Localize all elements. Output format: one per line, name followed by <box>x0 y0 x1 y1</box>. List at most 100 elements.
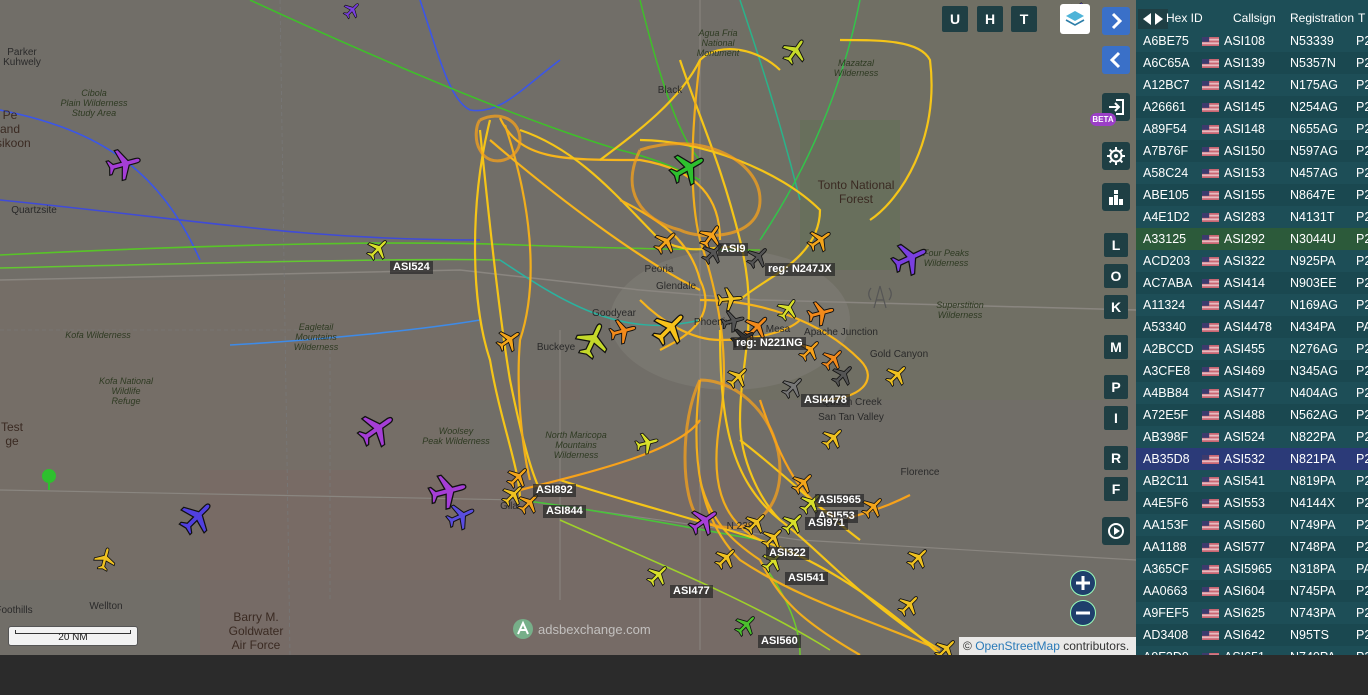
replay-button[interactable] <box>1102 517 1130 545</box>
callsign-label[interactable]: reg: N221NG <box>733 337 806 350</box>
table-row[interactable]: A53340 ASI4478 N434PA PA <box>1136 316 1368 338</box>
table-row[interactable]: AB2C11 ASI541 N819PA P2 <box>1136 470 1368 492</box>
us-flag-icon <box>1202 81 1219 90</box>
column-callsign[interactable]: Callsign <box>1233 11 1276 25</box>
toggle-t-button[interactable]: T <box>1011 6 1037 32</box>
attribution-link[interactable]: OpenStreetMap <box>975 639 1060 653</box>
column-hex-id[interactable]: Hex ID <box>1166 11 1203 25</box>
settings-button[interactable] <box>1102 142 1130 170</box>
table-row[interactable]: A2BCCD ASI455 N276AG P2 <box>1136 338 1368 360</box>
table-row[interactable]: AC7ABA ASI414 N903EE P2 <box>1136 272 1368 294</box>
table-row[interactable]: A9F3D9 ASI651 N740PA P2 <box>1136 646 1368 655</box>
table-row[interactable]: ABE105 ASI155 N8647E P2 <box>1136 184 1368 206</box>
cell-callsign: ASI5965 <box>1224 562 1272 576</box>
table-row[interactable]: A11324 ASI447 N169AG P2 <box>1136 294 1368 316</box>
prev-button[interactable] <box>1102 46 1130 74</box>
cell-callsign: ASI455 <box>1224 342 1266 356</box>
callsign-label[interactable]: reg: N247JX <box>765 263 835 276</box>
cell-reg: N4144X <box>1290 496 1336 510</box>
column-registration[interactable]: Registration <box>1290 11 1354 25</box>
us-flag-icon <box>1202 521 1219 530</box>
us-flag-icon <box>1202 543 1219 552</box>
cell-callsign: ASI447 <box>1224 298 1266 312</box>
toggle-p-button[interactable]: P <box>1104 375 1128 399</box>
beta-badge-label: BETA <box>1092 115 1114 124</box>
table-row[interactable]: A365CF ASI5965 N318PA PA <box>1136 558 1368 580</box>
callsign-label[interactable]: ASI541 <box>785 572 828 585</box>
table-row[interactable]: AA153F ASI560 N749PA P2 <box>1136 514 1368 536</box>
table-row[interactable]: A6C65A ASI139 N5357N P2 <box>1136 52 1368 74</box>
layers-button[interactable] <box>1060 4 1090 34</box>
us-flag-icon <box>1202 213 1219 222</box>
table-row[interactable]: A4E5F6 ASI553 N4144X P2 <box>1136 492 1368 514</box>
toggle-k-button[interactable]: K <box>1104 295 1128 319</box>
toggle-k-label: K <box>1110 299 1122 315</box>
place-label-black: Black <box>657 85 683 96</box>
toggle-h-button[interactable]: H <box>977 6 1003 32</box>
map-view[interactable]: Parker Kuhwely Cibola Plain Wilderness St… <box>0 0 1136 655</box>
us-flag-icon <box>1202 59 1219 68</box>
cell-reg: N819PA <box>1290 474 1336 488</box>
callsign-label[interactable]: ASI844 <box>543 505 586 518</box>
place-label-superstition: Superstition Wilderness <box>936 300 984 320</box>
table-row[interactable]: A89F54 ASI148 N655AG P2 <box>1136 118 1368 140</box>
panel-collapse-button[interactable] <box>1138 9 1168 29</box>
table-row[interactable]: AB398F ASI524 N822PA P2 <box>1136 426 1368 448</box>
next-button[interactable] <box>1102 7 1130 35</box>
cell-hex: A4E5F6 <box>1143 496 1189 510</box>
stats-button[interactable] <box>1102 183 1130 211</box>
cell-type: P2 <box>1356 100 1368 114</box>
table-row[interactable]: A26661 ASI145 N254AG P2 <box>1136 96 1368 118</box>
callsign-label[interactable]: ASI524 <box>390 261 433 274</box>
toggle-i-button[interactable]: I <box>1104 406 1128 430</box>
table-row[interactable]: A7B76F ASI150 N597AG P2 <box>1136 140 1368 162</box>
cell-callsign: ASI553 <box>1224 496 1266 510</box>
place-label-cibola: Cibola Plain Wilderness Study Area <box>60 88 128 118</box>
toggle-o-button[interactable]: O <box>1104 264 1128 288</box>
table-row[interactable]: AB35D8 ASI532 N821PA P2 <box>1136 448 1368 470</box>
cell-type: P2 <box>1356 298 1368 312</box>
table-row[interactable]: A4BB84 ASI477 N404AG P2 <box>1136 382 1368 404</box>
table-row[interactable]: A12BC7 ASI142 N175AG P2 <box>1136 74 1368 96</box>
app-root: Parker Kuhwely Cibola Plain Wilderness St… <box>0 0 1368 695</box>
callsign-label[interactable]: ASI892 <box>533 484 576 497</box>
place-label-wellton: Wellton <box>89 601 123 612</box>
place-label-parker: Parker Kuhwely <box>3 47 41 68</box>
table-row[interactable]: A9FEF5 ASI625 N743PA P2 <box>1136 602 1368 624</box>
table-row[interactable]: ACD203 ASI322 N925PA P2 <box>1136 250 1368 272</box>
callsign-label[interactable]: ASI5965 <box>815 494 864 507</box>
layers-icon <box>1065 11 1085 26</box>
place-label-eagletail: Eagletail Mountains Wilderness <box>293 322 339 352</box>
table-row[interactable]: A33125 ASI292 N3044U P2 <box>1136 228 1368 250</box>
table-row[interactable]: AA1188 ASI577 N748PA P2 <box>1136 536 1368 558</box>
table-row[interactable]: A72E5F ASI488 N562AG P2 <box>1136 404 1368 426</box>
table-row[interactable]: A6BE75 ASI108 N53339 P2 <box>1136 30 1368 52</box>
toggle-r-button[interactable]: R <box>1104 446 1128 470</box>
callsign-label[interactable]: ASI9 <box>718 243 749 256</box>
toggle-u-button[interactable]: U <box>942 6 968 32</box>
table-row[interactable]: A3CFE8 ASI469 N345AG P2 <box>1136 360 1368 382</box>
callsign-label[interactable]: ASI560 <box>758 635 801 648</box>
cell-type: P2 <box>1356 122 1368 136</box>
column-type[interactable]: T <box>1358 11 1365 25</box>
cell-hex: AD3408 <box>1143 628 1189 642</box>
toggle-f-button[interactable]: F <box>1104 477 1128 501</box>
table-row[interactable]: A58C24 ASI153 N457AG P2 <box>1136 162 1368 184</box>
cell-hex: AB398F <box>1143 430 1189 444</box>
callsign-label[interactable]: ASI322 <box>766 547 809 560</box>
callsign-label[interactable]: ASI971 <box>805 517 848 530</box>
callsign-label[interactable]: ASI477 <box>670 585 713 598</box>
place-label-kofa_nwr: Kofa National Wildlife Refuge <box>98 376 154 406</box>
zoom-in-button[interactable] <box>1070 570 1096 596</box>
cell-callsign: ASI4478 <box>1224 320 1272 334</box>
callsign-label[interactable]: ASI4478 <box>801 394 850 407</box>
toggle-m-button[interactable]: M <box>1104 335 1128 359</box>
table-row[interactable]: AA0663 ASI604 N745PA P2 <box>1136 580 1368 602</box>
adsbx-logo-icon <box>513 619 533 639</box>
table-row[interactable]: A4E1D2 ASI283 N4131T P2 <box>1136 206 1368 228</box>
cell-reg: N562AG <box>1290 408 1338 422</box>
toggle-l-button[interactable]: L <box>1104 233 1128 257</box>
table-row[interactable]: AD3408 ASI642 N95TS P2 <box>1136 624 1368 646</box>
zoom-out-button[interactable] <box>1070 600 1096 626</box>
place-label-northmaricopa: North Maricopa Mountains Wilderness <box>545 430 607 460</box>
